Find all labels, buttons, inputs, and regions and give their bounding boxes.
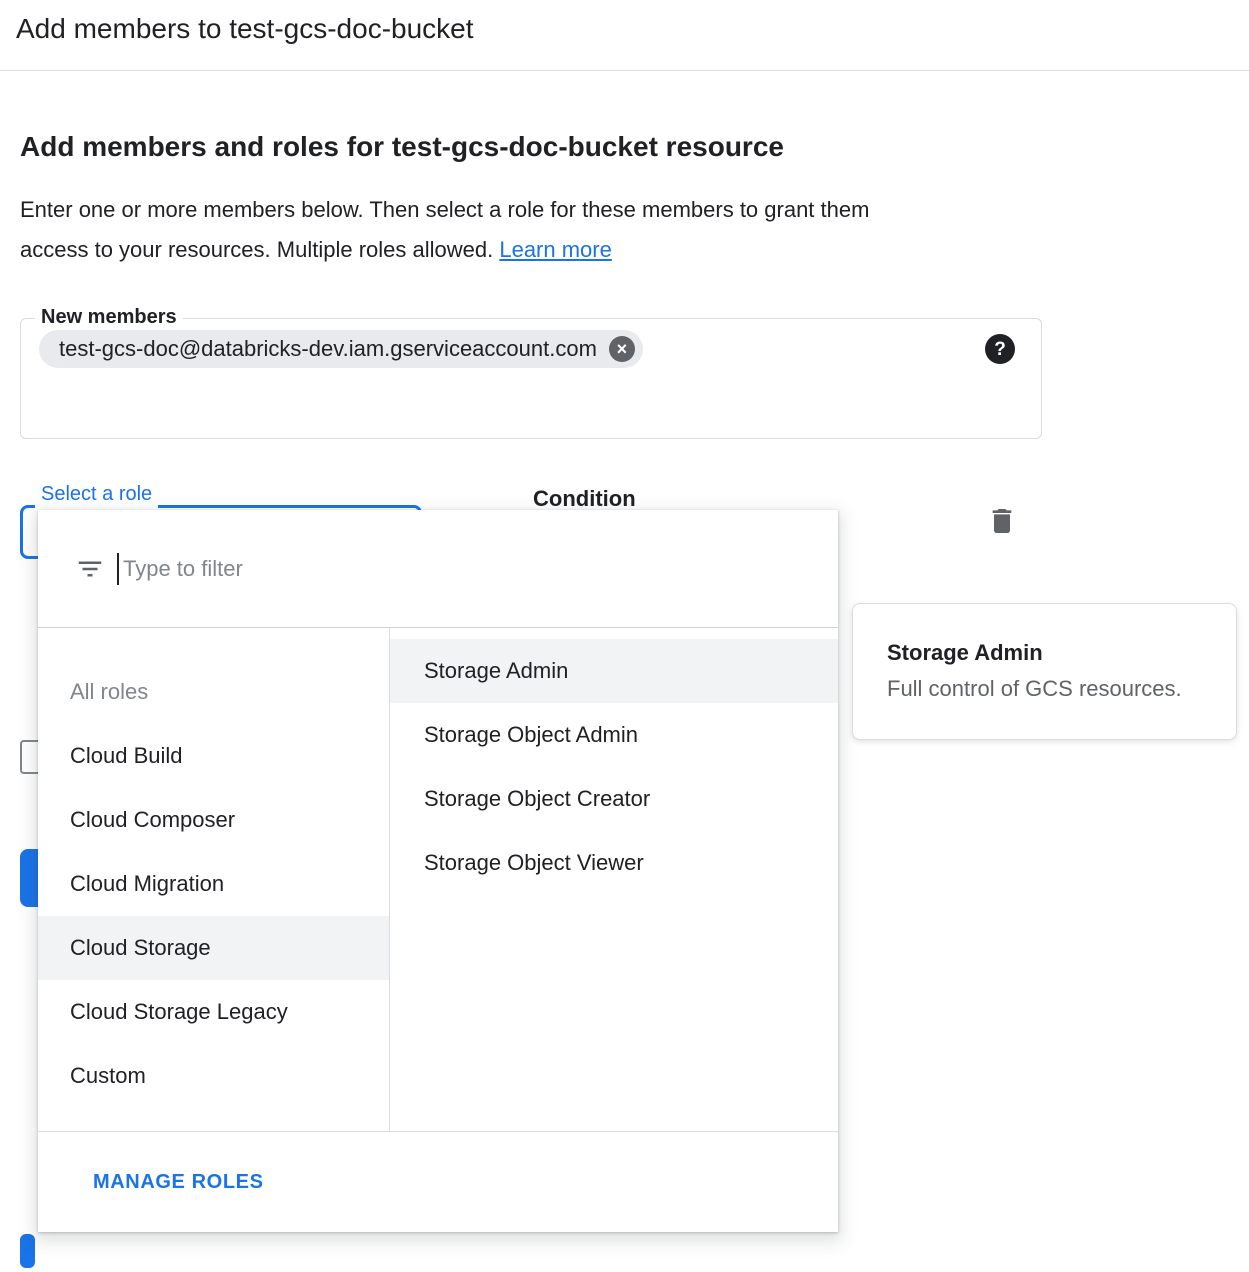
delete-role-button[interactable] <box>986 505 1018 537</box>
hidden-blue-button-bottom-fragment[interactable] <box>20 1234 35 1268</box>
chip-remove-icon[interactable]: × <box>609 336 635 362</box>
new-members-field[interactable]: New members test-gcs-doc@databricks-dev.… <box>20 318 1042 439</box>
role-category-list: All roles Cloud Build Cloud Composer Clo… <box>38 628 390 1131</box>
help-icon[interactable]: ? <box>985 334 1015 364</box>
section-heading: Add members and roles for test-gcs-doc-b… <box>20 131 784 163</box>
member-chip[interactable]: test-gcs-doc@databricks-dev.iam.gservice… <box>39 330 643 368</box>
condition-header: Condition <box>533 486 636 512</box>
member-chip-text: test-gcs-doc@databricks-dev.iam.gservice… <box>59 336 597 362</box>
learn-more-link[interactable]: Learn more <box>499 237 612 262</box>
category-custom[interactable]: Custom <box>38 1044 389 1108</box>
page-title: Add members to test-gcs-doc-bucket <box>16 13 474 45</box>
role-option-storage-object-viewer[interactable]: Storage Object Viewer <box>390 831 838 895</box>
role-picker-body: All roles Cloud Build Cloud Composer Clo… <box>38 628 838 1131</box>
role-option-storage-object-creator[interactable]: Storage Object Creator <box>390 767 838 831</box>
category-cloud-storage[interactable]: Cloud Storage <box>38 916 389 980</box>
filter-icon <box>75 554 105 584</box>
role-option-list: Storage Admin Storage Object Admin Stora… <box>390 628 838 1131</box>
category-cloud-migration[interactable]: Cloud Migration <box>38 852 389 916</box>
new-members-label: New members <box>35 306 183 329</box>
add-members-dialog: Add members to test-gcs-doc-bucket Add m… <box>0 0 1249 1272</box>
category-cloud-composer[interactable]: Cloud Composer <box>38 788 389 852</box>
tooltip-title: Storage Admin <box>887 640 1204 666</box>
dialog-header: Add members to test-gcs-doc-bucket <box>0 0 1249 71</box>
role-tooltip: Storage Admin Full control of GCS resour… <box>852 603 1237 740</box>
role-option-storage-object-admin[interactable]: Storage Object Admin <box>390 703 838 767</box>
manage-roles-button[interactable]: MANAGE ROLES <box>93 1171 264 1194</box>
category-cloud-storage-legacy[interactable]: Cloud Storage Legacy <box>38 980 389 1044</box>
role-option-storage-admin[interactable]: Storage Admin <box>390 639 838 703</box>
form-description: Enter one or more members below. Then se… <box>20 190 869 270</box>
category-all-roles[interactable]: All roles <box>38 660 389 724</box>
category-cloud-build[interactable]: Cloud Build <box>38 724 389 788</box>
description-line1: Enter one or more members below. Then se… <box>20 197 869 222</box>
trash-icon <box>986 505 1018 537</box>
text-cursor <box>117 553 119 585</box>
role-picker-footer: MANAGE ROLES <box>38 1131 838 1232</box>
role-filter-input[interactable] <box>121 555 745 583</box>
tooltip-description: Full control of GCS resources. <box>887 676 1204 702</box>
description-line2: access to your resources. Multiple roles… <box>20 237 493 262</box>
role-picker-panel: All roles Cloud Build Cloud Composer Clo… <box>38 510 838 1232</box>
role-filter-bar <box>38 510 838 628</box>
